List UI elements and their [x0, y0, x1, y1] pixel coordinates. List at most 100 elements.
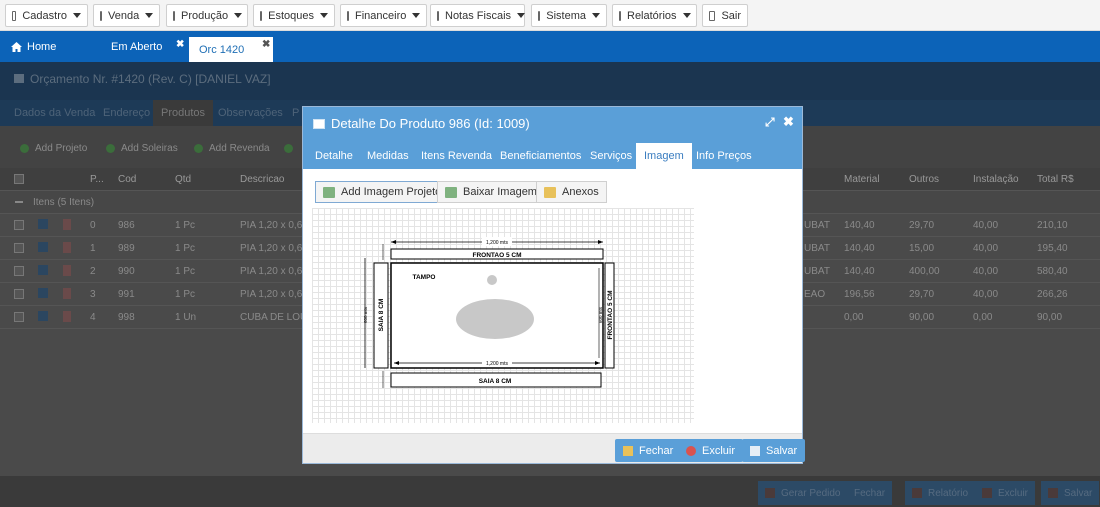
tab-bar: Home Em Aberto ✖ Orc 1420 ✖: [0, 31, 1100, 62]
subtab-produtos[interactable]: Produtos: [153, 100, 214, 126]
order-icon: [765, 488, 775, 498]
delete-icon: [686, 445, 696, 456]
row-checkbox[interactable]: [14, 289, 24, 299]
menu-financeiro[interactable]: Financeiro: [340, 4, 427, 27]
add-revenda-button[interactable]: Add Revenda: [194, 138, 270, 158]
add-image-icon: [323, 186, 335, 198]
sink-shape: [456, 299, 534, 339]
close-icon[interactable]: ✖: [262, 39, 270, 50]
row-checkbox[interactable]: [14, 266, 24, 276]
tab-orc-1420[interactable]: Orc 1420: [189, 37, 273, 62]
subtab-observacoes[interactable]: Observações: [218, 107, 283, 119]
modal-salvar-button[interactable]: Salvar: [742, 439, 806, 462]
money-icon: [347, 10, 349, 21]
edit-icon[interactable]: [38, 265, 48, 275]
relatorio-button[interactable]: Relatório: [905, 481, 976, 505]
menu-venda[interactable]: Venda: [93, 4, 160, 27]
salvar-button[interactable]: Salvar: [1041, 481, 1100, 505]
report-icon[interactable]: [63, 242, 71, 253]
tab-beneficiamentos[interactable]: Beneficiamentos: [500, 150, 581, 162]
menu-relatorios[interactable]: Relatórios: [612, 4, 697, 27]
add-imagem-projeto-button[interactable]: Add Imagem Projeto: [315, 181, 450, 203]
laptop-icon: [538, 10, 541, 21]
drawing-svg: 1,200 mts FRONTAO 5 CM TAMPO 1,200 mts S…: [363, 237, 615, 388]
select-all-checkbox[interactable]: [14, 174, 24, 184]
tab-info-precos[interactable]: Info Preços: [696, 150, 752, 162]
edit-icon[interactable]: [38, 288, 48, 298]
top-dimension-label: 1,200 mts: [486, 240, 508, 246]
caret-down-icon: [517, 13, 526, 18]
row-checkbox[interactable]: [14, 220, 24, 230]
report-icon[interactable]: [63, 265, 71, 276]
close-icon[interactable]: ✖: [783, 114, 794, 130]
home-icon: [11, 41, 22, 52]
excluir-button[interactable]: Excluir: [975, 481, 1036, 505]
saia-left-label: SAIA 8 CM: [378, 299, 385, 332]
right-dimension-label: 600 mts: [598, 306, 603, 323]
copy-icon: [619, 10, 621, 21]
document-icon: [12, 10, 17, 21]
expand-icon[interactable]: ⤢: [765, 115, 775, 130]
menu-sair[interactable]: Sair: [702, 4, 748, 27]
caret-down-icon: [682, 13, 691, 18]
caret-down-icon: [145, 13, 154, 18]
close-icon[interactable]: ✖: [176, 39, 184, 50]
caret-down-icon: [320, 13, 328, 18]
caret-down-icon: [234, 13, 243, 18]
tab-imagem[interactable]: Imagem: [636, 143, 692, 169]
caret-down-icon: [592, 13, 600, 18]
subtab-endereco[interactable]: Endereço: [103, 107, 150, 119]
list-icon: [260, 10, 263, 21]
report-icon[interactable]: [63, 219, 71, 230]
left-dimension-label: 600 mts: [363, 306, 368, 323]
save-icon: [750, 445, 760, 456]
faucet-hole: [487, 275, 497, 285]
modal-fechar-button[interactable]: Fechar: [615, 439, 682, 462]
menu-estoques[interactable]: Estoques: [253, 4, 335, 27]
order-footer: Gerar Pedido Fechar Relatório Excluir Sa…: [0, 476, 1100, 507]
subtab-p[interactable]: P: [292, 107, 299, 119]
product-icon: [313, 119, 325, 129]
collapse-icon[interactable]: [15, 201, 23, 203]
baixar-imagem-button[interactable]: Baixar Imagem: [437, 181, 545, 203]
caret-down-icon: [412, 13, 421, 18]
row-checkbox[interactable]: [14, 312, 24, 322]
top-menu-bar: Cadastro Venda Produção Estoques Finance…: [0, 0, 1100, 31]
gerar-pedido-button[interactable]: Gerar Pedido: [758, 481, 848, 505]
order-icon: [14, 74, 24, 83]
edit-icon[interactable]: [38, 242, 48, 252]
anexos-button[interactable]: Anexos: [536, 181, 607, 203]
product-detail-modal: Detalhe Do Produto 986 (Id: 1009) ⤢ ✖ De…: [302, 106, 806, 464]
subtab-dados-da-venda[interactable]: Dados da Venda: [14, 107, 95, 119]
tab-detalhe[interactable]: Detalhe: [315, 150, 353, 162]
tab-servicos[interactable]: Serviços: [590, 150, 632, 162]
menu-notas-fiscais[interactable]: Notas Fiscais: [430, 4, 526, 27]
report-icon[interactable]: [63, 288, 71, 299]
tab-home[interactable]: Home: [11, 31, 56, 62]
menu-cadastro[interactable]: Cadastro: [5, 4, 88, 27]
menu-sistema[interactable]: Sistema: [531, 4, 607, 27]
frontao-right-label: FRONTAO 5 CM: [607, 291, 614, 340]
tab-medidas[interactable]: Medidas: [367, 150, 409, 162]
caret-down-icon: [73, 13, 81, 18]
logout-icon: [709, 10, 716, 21]
tab-em-aberto[interactable]: Em Aberto: [111, 31, 162, 62]
tab-itens-revenda[interactable]: Itens Revenda: [421, 150, 492, 162]
report-icon: [912, 488, 922, 498]
report-icon[interactable]: [63, 311, 71, 322]
attachment-icon: [544, 186, 556, 198]
plus-icon: [284, 143, 293, 153]
edit-icon[interactable]: [38, 311, 48, 321]
bar-chart-icon: [173, 10, 175, 21]
download-image-icon: [445, 186, 457, 198]
modal-excluir-button[interactable]: Excluir: [678, 439, 744, 462]
fechar-button[interactable]: Fechar: [847, 481, 893, 505]
pencil-icon: [437, 10, 439, 21]
menu-producao[interactable]: Produção: [166, 4, 248, 27]
edit-icon[interactable]: [38, 219, 48, 229]
row-checkbox[interactable]: [14, 243, 24, 253]
add-projeto-button[interactable]: Add Projeto: [20, 138, 87, 158]
saia-bottom-label: SAIA 8 CM: [479, 378, 512, 385]
add-more-button[interactable]: [284, 138, 299, 158]
add-soleiras-button[interactable]: Add Soleiras: [106, 138, 178, 158]
